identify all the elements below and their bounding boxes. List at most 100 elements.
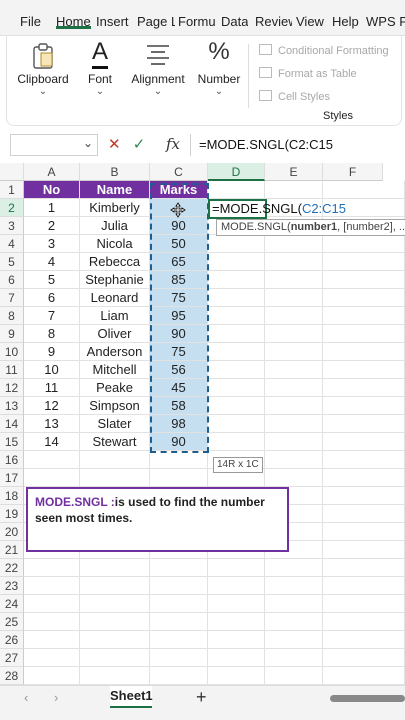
no-cell[interactable]: 3 bbox=[24, 235, 80, 253]
alignment-group[interactable]: Alignment ⌄ bbox=[127, 36, 189, 126]
grid-cell[interactable] bbox=[208, 559, 265, 577]
marks-cell[interactable]: 90 bbox=[150, 433, 208, 451]
grid-cell[interactable] bbox=[24, 451, 80, 469]
marks-cell[interactable]: 98 bbox=[150, 415, 208, 433]
grid-cell[interactable] bbox=[208, 271, 265, 289]
name-cell[interactable]: Peake bbox=[80, 379, 150, 397]
grid-cell[interactable] bbox=[208, 379, 265, 397]
grid-cell[interactable] bbox=[323, 559, 405, 577]
grid-cell[interactable] bbox=[323, 487, 405, 505]
grid-cell[interactable] bbox=[265, 289, 323, 307]
grid-cell[interactable] bbox=[150, 613, 208, 631]
name-cell[interactable]: Stephanie bbox=[80, 271, 150, 289]
cancel-icon[interactable]: ✕ bbox=[108, 136, 121, 153]
grid-cell[interactable] bbox=[323, 361, 405, 379]
grid-cell[interactable] bbox=[208, 325, 265, 343]
grid-cell[interactable] bbox=[24, 469, 80, 487]
no-cell[interactable]: 5 bbox=[24, 271, 80, 289]
row-header[interactable]: 4 bbox=[0, 235, 24, 253]
grid-cell[interactable] bbox=[323, 613, 405, 631]
font-group[interactable]: A Font ⌄ bbox=[79, 36, 121, 126]
grid-cell[interactable] bbox=[80, 577, 150, 595]
grid-cell[interactable] bbox=[80, 559, 150, 577]
grid-cell[interactable] bbox=[265, 613, 323, 631]
grid-cell[interactable] bbox=[265, 433, 323, 451]
formula-input[interactable]: =MODE.SNGL(C2:C15 bbox=[190, 134, 405, 156]
row-header[interactable]: 10 bbox=[0, 343, 24, 361]
name-cell[interactable]: Rebecca bbox=[80, 253, 150, 271]
marks-cell[interactable]: 56 bbox=[150, 361, 208, 379]
grid-cell[interactable] bbox=[24, 649, 80, 667]
grid-cell[interactable] bbox=[265, 181, 323, 199]
row-header[interactable]: 26 bbox=[0, 631, 24, 649]
grid-cell[interactable] bbox=[323, 649, 405, 667]
grid-cell[interactable] bbox=[323, 397, 405, 415]
row-header[interactable]: 24 bbox=[0, 595, 24, 613]
row-header[interactable]: 20 bbox=[0, 523, 24, 541]
cell-d2-formula[interactable]: =MODE.SNGL(C2:C15 bbox=[212, 201, 346, 217]
tab-wps[interactable]: WPS P bbox=[366, 14, 405, 29]
grid-cell[interactable] bbox=[208, 577, 265, 595]
conditional-formatting-button[interactable]: Conditional Formatting bbox=[259, 44, 389, 57]
grid-cell[interactable] bbox=[323, 235, 405, 253]
grid-cell[interactable] bbox=[265, 343, 323, 361]
row-header[interactable]: 17 bbox=[0, 469, 24, 487]
next-sheet-button[interactable]: › bbox=[54, 690, 58, 705]
worksheet-grid[interactable]: A B C D E F 1 2 3 4 5 6 7 8 9 10 11 12 13 14 15 16 17 18 1… bbox=[0, 163, 405, 685]
name-cell[interactable]: Nicola bbox=[80, 235, 150, 253]
select-all-corner[interactable] bbox=[0, 163, 24, 181]
grid-cell[interactable] bbox=[323, 271, 405, 289]
grid-cell[interactable] bbox=[150, 631, 208, 649]
grid-cell[interactable] bbox=[24, 559, 80, 577]
row-header[interactable]: 8 bbox=[0, 307, 24, 325]
row-header[interactable]: 18 bbox=[0, 487, 24, 505]
row-header[interactable]: 16 bbox=[0, 451, 24, 469]
marks-cell[interactable]: 75 bbox=[150, 289, 208, 307]
grid-cell[interactable] bbox=[265, 271, 323, 289]
row-header[interactable]: 9 bbox=[0, 325, 24, 343]
grid-cell[interactable] bbox=[265, 379, 323, 397]
no-cell[interactable]: 10 bbox=[24, 361, 80, 379]
grid-cell[interactable] bbox=[24, 577, 80, 595]
grid-cell[interactable] bbox=[24, 595, 80, 613]
row-header[interactable]: 6 bbox=[0, 271, 24, 289]
grid-cell[interactable] bbox=[265, 253, 323, 271]
marks-cell[interactable]: 95 bbox=[150, 307, 208, 325]
marks-cell[interactable]: 45 bbox=[150, 379, 208, 397]
grid-cell[interactable] bbox=[265, 415, 323, 433]
row-header[interactable]: 25 bbox=[0, 613, 24, 631]
grid-cell[interactable] bbox=[24, 667, 80, 685]
grid-cell[interactable] bbox=[323, 433, 405, 451]
table-header-cell[interactable]: Name bbox=[80, 181, 150, 199]
grid-cell[interactable] bbox=[323, 307, 405, 325]
grid-cell[interactable] bbox=[150, 451, 208, 469]
no-cell[interactable]: 7 bbox=[24, 307, 80, 325]
name-cell[interactable]: Leonard bbox=[80, 289, 150, 307]
grid-cell[interactable] bbox=[208, 289, 265, 307]
grid-cell[interactable] bbox=[323, 325, 405, 343]
grid-cell[interactable] bbox=[208, 253, 265, 271]
grid-cell[interactable] bbox=[265, 361, 323, 379]
tab-view[interactable]: View bbox=[296, 14, 324, 29]
table-header-cell[interactable]: No bbox=[24, 181, 80, 199]
column-header-e[interactable]: E bbox=[265, 163, 323, 181]
grid-cell[interactable] bbox=[265, 325, 323, 343]
marks-cell[interactable]: 85 bbox=[150, 271, 208, 289]
grid-cell[interactable] bbox=[323, 595, 405, 613]
row-header[interactable]: 13 bbox=[0, 397, 24, 415]
tab-home[interactable]: Home bbox=[56, 14, 91, 29]
column-header-f[interactable]: F bbox=[323, 163, 383, 181]
row-header[interactable]: 15 bbox=[0, 433, 24, 451]
no-cell[interactable]: 6 bbox=[24, 289, 80, 307]
grid-cell[interactable] bbox=[323, 379, 405, 397]
marks-cell[interactable]: 90 bbox=[150, 217, 208, 235]
grid-cell[interactable] bbox=[208, 649, 265, 667]
row-header[interactable]: 3 bbox=[0, 217, 24, 235]
grid-cell[interactable] bbox=[208, 667, 265, 685]
table-header-cell[interactable]: Marks bbox=[150, 181, 208, 199]
no-cell[interactable]: 2 bbox=[24, 217, 80, 235]
row-header[interactable]: 2 bbox=[0, 199, 24, 217]
grid-cell[interactable] bbox=[80, 631, 150, 649]
grid-cell[interactable] bbox=[208, 433, 265, 451]
tab-file[interactable]: File bbox=[20, 14, 41, 29]
